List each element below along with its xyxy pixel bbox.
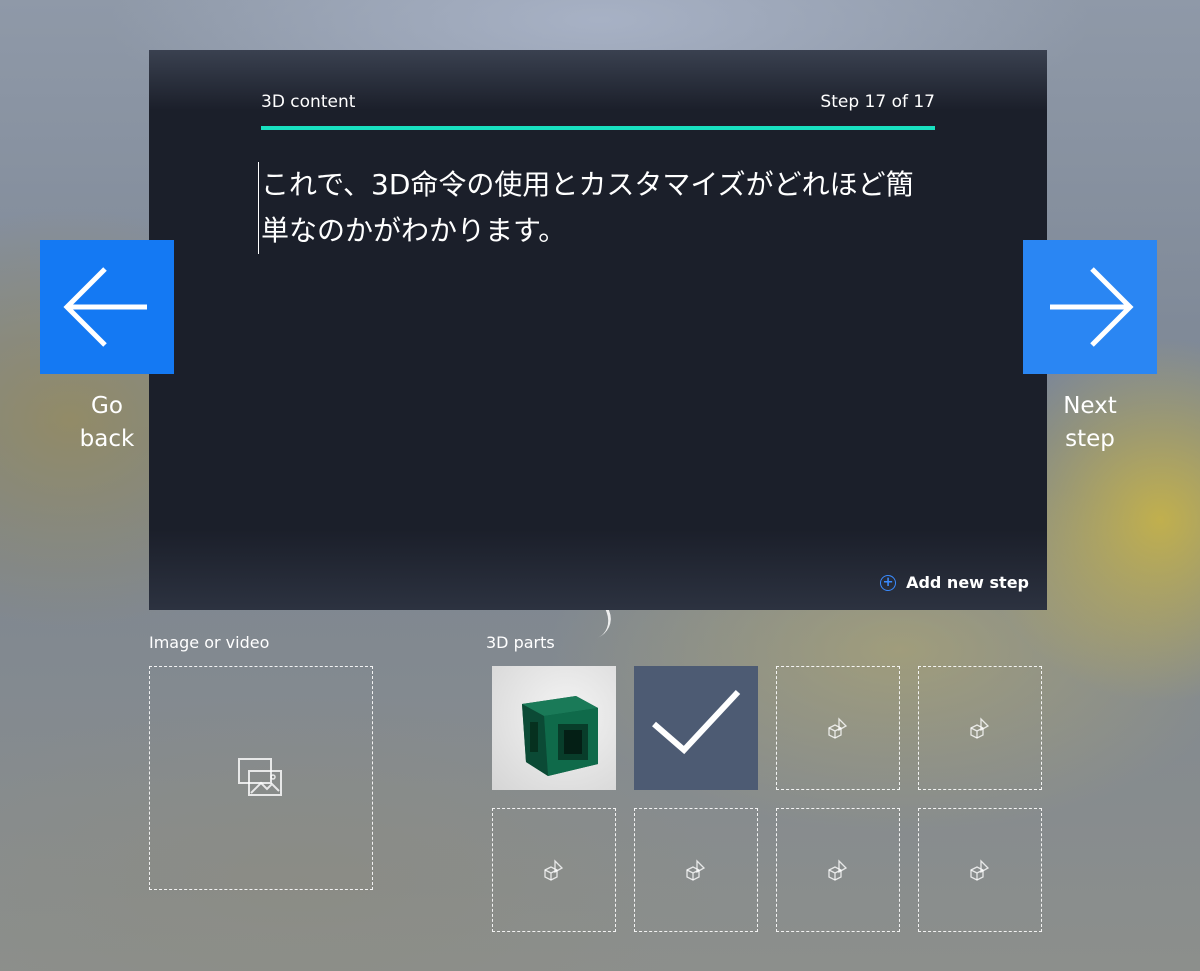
3d-part-slot[interactable] xyxy=(634,808,758,932)
checkmark-icon xyxy=(652,689,741,755)
add-new-step-label: Add new step xyxy=(906,573,1029,592)
3d-shapes-icon xyxy=(970,717,990,739)
go-back-button[interactable] xyxy=(40,240,174,374)
progress-fill xyxy=(261,126,935,130)
3d-model-preview xyxy=(522,696,598,776)
3d-shapes-icon xyxy=(970,859,990,881)
selected-part-slot[interactable] xyxy=(634,666,758,790)
3d-part-slot[interactable] xyxy=(776,666,900,790)
go-back-label-line2: back xyxy=(79,426,135,452)
3d-shapes-icon xyxy=(544,859,564,881)
next-step-label-line2: step xyxy=(1065,426,1115,452)
3d-part-slot[interactable] xyxy=(918,808,1042,932)
next-step-label: Next step xyxy=(1023,390,1157,456)
3d-part-slot[interactable] xyxy=(918,666,1042,790)
instruction-text-input[interactable]: これで、3D命令の使用とカスタマイズがどれほど簡単なのかがわかります。 xyxy=(258,162,941,254)
background-decoration xyxy=(588,608,617,638)
next-step-button[interactable] xyxy=(1023,240,1157,374)
section-title: 3D content xyxy=(261,92,356,112)
3d-part-slot[interactable] xyxy=(492,808,616,932)
step-header: 3D content Step 17 of 17 xyxy=(261,92,935,114)
go-back-label: Go back xyxy=(40,390,174,456)
3d-parts-label: 3D parts xyxy=(486,633,555,652)
add-new-step-button[interactable]: + Add new step xyxy=(880,573,1029,592)
3d-part-thumbnail[interactable] xyxy=(492,666,616,790)
arrow-left-icon xyxy=(63,267,147,347)
step-counter: Step 17 of 17 xyxy=(820,92,935,112)
image-video-slot[interactable] xyxy=(149,666,373,890)
3d-shapes-icon xyxy=(686,859,706,881)
3d-shapes-icon xyxy=(828,717,848,739)
next-step-label-line1: Next xyxy=(1063,393,1117,419)
step-card: 3D content Step 17 of 17 これで、3D命令の使用とカスタ… xyxy=(149,50,1047,610)
3d-shapes-icon xyxy=(828,859,848,881)
3d-part-slot[interactable] xyxy=(776,808,900,932)
progress-bar xyxy=(261,126,935,130)
add-circle-icon: + xyxy=(880,574,897,591)
image-or-video-label: Image or video xyxy=(149,633,270,652)
go-back-label-line1: Go xyxy=(91,393,123,419)
arrow-right-icon xyxy=(1050,267,1134,347)
image-placeholder-icon xyxy=(238,758,282,796)
